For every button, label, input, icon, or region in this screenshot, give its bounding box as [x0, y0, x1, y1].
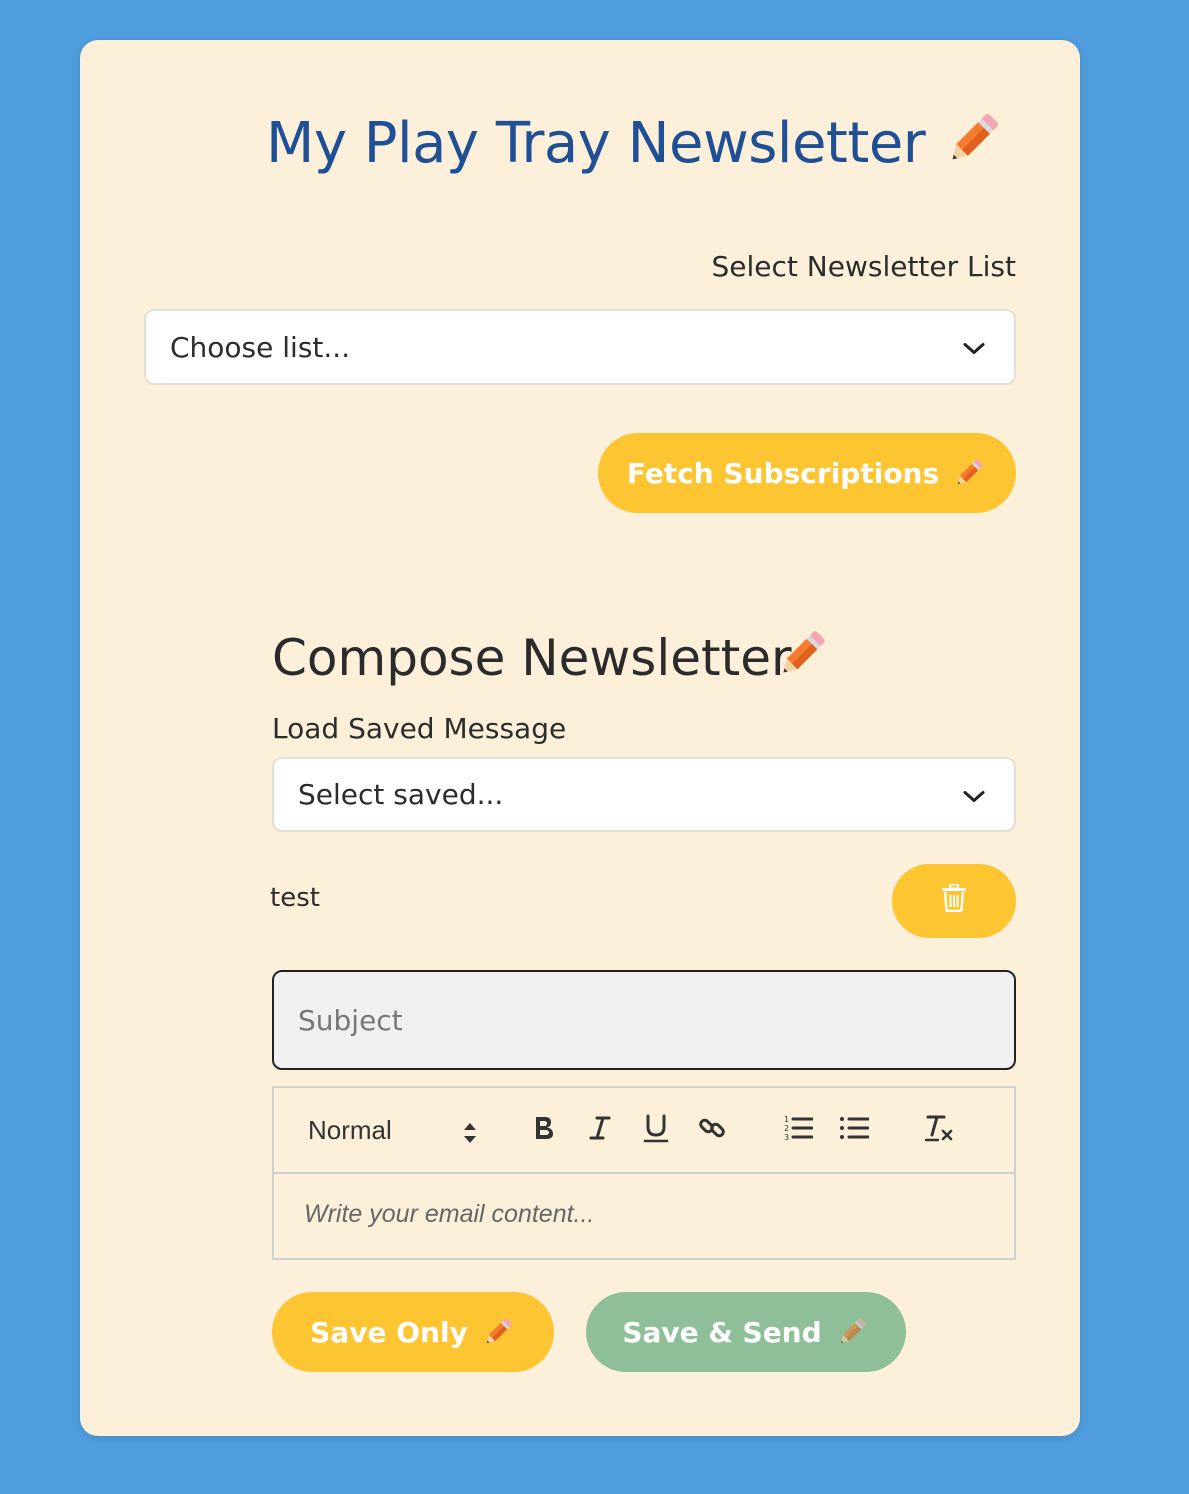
newsletter-list-select-value: Choose list... — [170, 330, 351, 364]
underline-button[interactable] — [640, 1114, 672, 1146]
trash-icon — [941, 883, 967, 919]
newsletter-list-select[interactable]: Choose list... — [144, 309, 1016, 385]
saved-message-select[interactable]: Select saved... — [272, 757, 1016, 832]
saved-message-name: test — [270, 883, 320, 913]
pencil-icon — [940, 106, 1006, 172]
save-and-send-label: Save & Send — [622, 1315, 822, 1349]
compose-title: Compose Newsletter — [272, 628, 825, 688]
italic-button[interactable] — [584, 1114, 616, 1146]
saved-message-select-value: Select saved... — [298, 778, 504, 811]
clear-format-button[interactable] — [924, 1114, 956, 1146]
save-only-button[interactable]: Save Only — [272, 1292, 554, 1372]
chevron-down-icon — [962, 778, 986, 811]
pencil-icon — [772, 624, 832, 684]
heading-picker[interactable]: Normal — [308, 1112, 478, 1148]
load-saved-label: Load Saved Message — [272, 712, 567, 745]
pencil-icon — [951, 455, 987, 491]
editor-content-area[interactable]: Write your email content... — [304, 1200, 594, 1229]
ordered-list-button[interactable]: 1 2 3 — [782, 1114, 814, 1146]
link-button[interactable] — [696, 1114, 728, 1146]
bold-icon — [532, 1114, 556, 1146]
bullet-list-icon — [839, 1113, 870, 1147]
chevron-down-icon — [962, 331, 986, 364]
clear-format-icon — [924, 1113, 956, 1147]
app-title: My Play Tray Newsletter — [266, 111, 926, 176]
svg-text:3: 3 — [784, 1133, 789, 1142]
up-down-arrows-icon — [462, 1118, 478, 1154]
save-only-label: Save Only — [310, 1315, 468, 1349]
ordered-list-icon: 1 2 3 — [783, 1113, 814, 1147]
underline-icon — [643, 1113, 669, 1147]
heading-picker-value: Normal — [308, 1115, 392, 1145]
title-row: My Play Tray Newsletter — [80, 112, 1080, 176]
app-title-text: My Play Tray Newsletter — [266, 111, 926, 176]
editor-placeholder: Write your email content... — [304, 1200, 595, 1228]
bullet-list-button[interactable] — [838, 1114, 870, 1146]
pencil-icon — [480, 1314, 516, 1350]
compose-title-text: Compose Newsletter — [272, 629, 792, 687]
fetch-subscriptions-label: Fetch Subscriptions — [626, 456, 940, 490]
newsletter-card: My Play Tray Newsletter Select Newslette… — [80, 40, 1080, 1436]
svg-text:1: 1 — [784, 1115, 789, 1124]
svg-text:2: 2 — [784, 1124, 789, 1133]
link-icon — [697, 1113, 727, 1147]
email-editor: Normal 1 2 3 Write your email content... — [272, 1086, 1016, 1260]
pencil-icon — [834, 1314, 870, 1350]
newsletter-list-label: Select Newsletter List — [711, 250, 1017, 283]
save-and-send-button[interactable]: Save & Send — [586, 1292, 906, 1372]
fetch-subscriptions-button[interactable]: Fetch Subscriptions — [598, 433, 1016, 513]
subject-input[interactable] — [272, 970, 1016, 1070]
delete-saved-button[interactable] — [892, 864, 1016, 938]
bold-button[interactable] — [528, 1114, 560, 1146]
italic-icon — [588, 1114, 612, 1146]
editor-toolbar: Normal 1 2 3 — [274, 1088, 1014, 1174]
